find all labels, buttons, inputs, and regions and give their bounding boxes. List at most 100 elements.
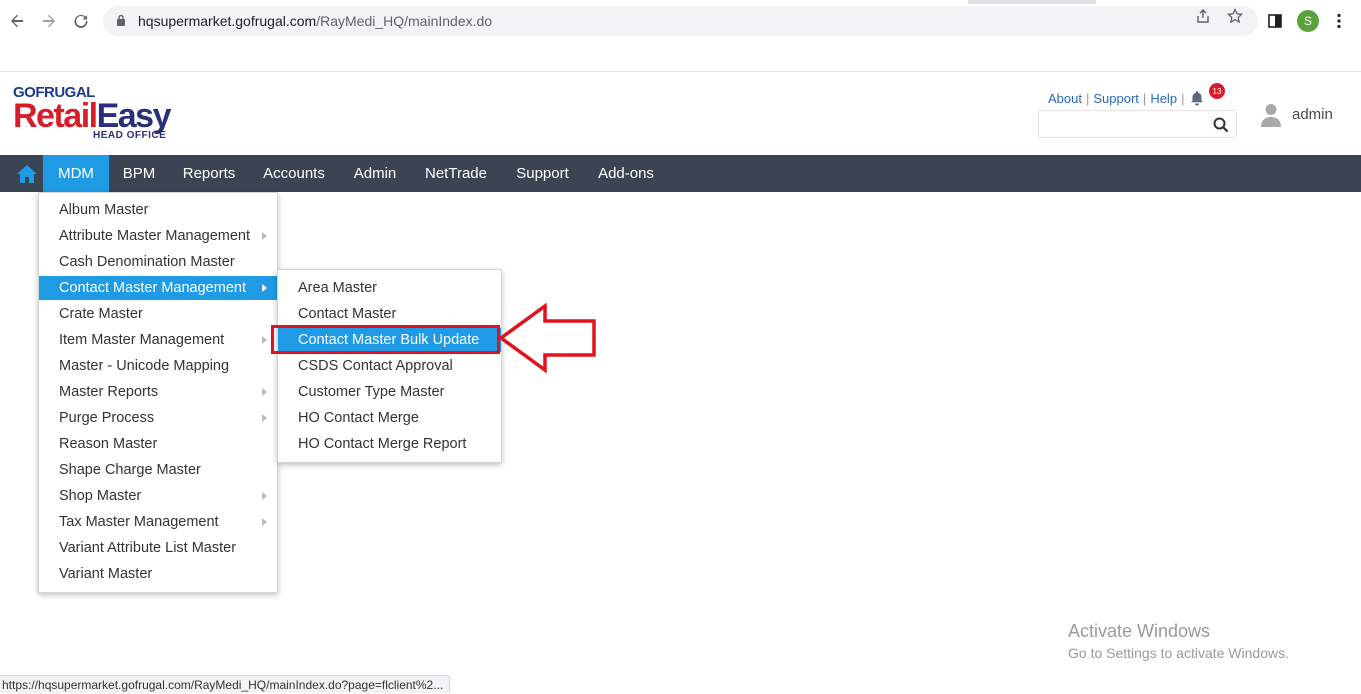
menu-item-label: Attribute Master Management: [59, 228, 251, 244]
support-link[interactable]: Support: [1093, 91, 1139, 106]
menu-item-label: Shop Master: [59, 488, 142, 504]
more-menu-icon[interactable]: [1330, 12, 1348, 30]
menu-item-variant-attribute-list-master[interactable]: Variant Attribute List Master: [39, 536, 277, 560]
retaileasy-logo[interactable]: GOFRUGAL RetailEasy HEAD OFFICE: [13, 84, 198, 144]
menu-item-album-master[interactable]: Album Master: [39, 198, 277, 222]
menu-item-label: Crate Master: [59, 306, 143, 322]
menu-accounts[interactable]: Accounts: [249, 155, 339, 192]
callout-arrow-icon: [498, 303, 596, 373]
url-domain: hqsupermarket.gofrugal.com: [138, 13, 317, 29]
menu-item-item-master-management[interactable]: Item Master Management: [39, 328, 277, 352]
menu-item-attribute-master-management[interactable]: Attribute Master Management: [39, 224, 277, 248]
url-path: /RayMedi_HQ/mainIndex.do: [316, 13, 493, 29]
watermark-subtitle: Go to Settings to activate Windows.: [1068, 645, 1289, 661]
logo-retail: Retail: [13, 97, 98, 135]
url-text: hqsupermarket.gofrugal.com/RayMedi_HQ/ma…: [138, 13, 492, 29]
bookmark-star-icon[interactable]: [1226, 7, 1244, 25]
back-icon[interactable]: [5, 9, 29, 33]
user-icon[interactable]: [1261, 103, 1281, 127]
link-separator: |: [1181, 91, 1185, 106]
about-link[interactable]: About: [1048, 91, 1082, 106]
menu-item-label: Album Master: [59, 202, 149, 218]
help-link[interactable]: Help: [1150, 91, 1177, 106]
forward-icon[interactable]: [37, 9, 61, 33]
submenu-arrow-icon: [262, 414, 267, 422]
submenu-arrow-icon: [262, 518, 267, 526]
menu-item-tax-master-management[interactable]: Tax Master Management: [39, 510, 277, 534]
reload-icon[interactable]: [69, 9, 93, 33]
menu-addons[interactable]: Add-ons: [584, 155, 668, 192]
side-panel-icon[interactable]: [1266, 12, 1284, 30]
menu-nettrade[interactable]: NetTrade: [411, 155, 501, 192]
watermark-title: Activate Windows: [1068, 621, 1211, 641]
lock-icon: [117, 14, 125, 26]
menu-item-label: Item Master Management: [59, 332, 225, 348]
menu-item-label: Cash Denomination Master: [59, 254, 235, 270]
menu-item-crate-master[interactable]: Crate Master: [39, 302, 277, 326]
mdm-dropdown: Album Master Attribute Master Management…: [38, 192, 278, 593]
highlight-box: [271, 325, 500, 354]
submenu-item-contact-master[interactable]: Contact Master: [278, 302, 501, 326]
submenu-item-label: Area Master: [298, 280, 377, 296]
link-separator: |: [1085, 91, 1090, 106]
menu-item-label: Reason Master: [59, 436, 158, 452]
menu-item-shape-charge-master[interactable]: Shape Charge Master: [39, 458, 277, 482]
submenu-item-label: HO Contact Merge Report: [298, 436, 467, 452]
browser-chrome: hqsupermarket.gofrugal.com/RayMedi_HQ/ma…: [0, 0, 1361, 72]
menu-item-reason-master[interactable]: Reason Master: [39, 432, 277, 456]
address-bar[interactable]: hqsupermarket.gofrugal.com/RayMedi_HQ/ma…: [103, 6, 1258, 36]
notification-badge[interactable]: 13: [1209, 83, 1225, 99]
menu-item-master-unicode-mapping[interactable]: Master - Unicode Mapping: [39, 354, 277, 378]
logo-sub: HEAD OFFICE: [93, 130, 167, 141]
menu-mdm[interactable]: MDM: [43, 155, 109, 192]
link-separator: |: [1142, 91, 1147, 106]
submenu-item-ho-contact-merge[interactable]: HO Contact Merge: [278, 406, 501, 430]
username[interactable]: admin: [1292, 106, 1333, 123]
menu-item-label: Shape Charge Master: [59, 462, 201, 478]
menu-item-label: Purge Process: [59, 410, 155, 426]
submenu-item-label: HO Contact Merge: [298, 410, 419, 426]
menu-item-purge-process[interactable]: Purge Process: [39, 406, 277, 430]
submenu-item-ho-contact-merge-report[interactable]: HO Contact Merge Report: [278, 432, 501, 456]
menu-item-contact-master-management[interactable]: Contact Master Management: [39, 276, 277, 300]
search-input[interactable]: [1045, 115, 1205, 133]
main-menubar: MDM BPM Reports Accounts Admin NetTrade …: [0, 155, 1361, 192]
header-search: [1038, 110, 1237, 138]
submenu-item-label: Contact Master: [298, 306, 397, 322]
tab-strip: [0, 0, 1361, 4]
menu-item-master-reports[interactable]: Master Reports: [39, 380, 277, 404]
menu-item-label: Variant Attribute List Master: [59, 540, 237, 556]
menu-bpm[interactable]: BPM: [109, 155, 169, 192]
menu-item-cash-denomination-master[interactable]: Cash Denomination Master: [39, 250, 277, 274]
menu-item-shop-master[interactable]: Shop Master: [39, 484, 277, 508]
submenu-item-area-master[interactable]: Area Master: [278, 276, 501, 300]
menu-support[interactable]: Support: [501, 155, 584, 192]
submenu-item-label: Customer Type Master: [298, 384, 445, 400]
menu-item-label: Master Reports: [59, 384, 159, 400]
profile-avatar[interactable]: S: [1297, 10, 1319, 32]
share-icon[interactable]: [1194, 7, 1212, 25]
search-icon[interactable]: [1213, 117, 1229, 133]
home-icon[interactable]: [10, 155, 43, 192]
contact-submenu: Area Master Contact Master Contact Maste…: [277, 269, 502, 463]
submenu-arrow-icon: [262, 232, 267, 240]
bell-icon[interactable]: [1190, 90, 1204, 106]
tab-segment: [0, 0, 968, 4]
menu-item-label: Contact Master Management: [59, 280, 246, 296]
menu-admin[interactable]: Admin: [339, 155, 411, 192]
submenu-arrow-icon: [262, 336, 267, 344]
menu-item-label: Master - Unicode Mapping: [59, 358, 230, 374]
menu-item-label: Variant Master: [59, 566, 153, 582]
submenu-item-label: CSDS Contact Approval: [298, 358, 453, 374]
submenu-arrow-icon: [262, 492, 267, 500]
menu-item-label: Tax Master Management: [59, 514, 219, 530]
menu-item-variant-master[interactable]: Variant Master: [39, 562, 277, 586]
submenu-item-csds-contact-approval[interactable]: CSDS Contact Approval: [278, 354, 501, 378]
submenu-item-customer-type-master[interactable]: Customer Type Master: [278, 380, 501, 404]
top-links: About | Support | Help |: [1048, 91, 1188, 106]
menu-reports[interactable]: Reports: [169, 155, 249, 192]
submenu-arrow-icon: [262, 284, 267, 292]
activate-windows-watermark: Activate Windows Go to Settings to activ…: [1068, 621, 1289, 661]
tab-segment: [1096, 0, 1361, 4]
submenu-arrow-icon: [262, 388, 267, 396]
